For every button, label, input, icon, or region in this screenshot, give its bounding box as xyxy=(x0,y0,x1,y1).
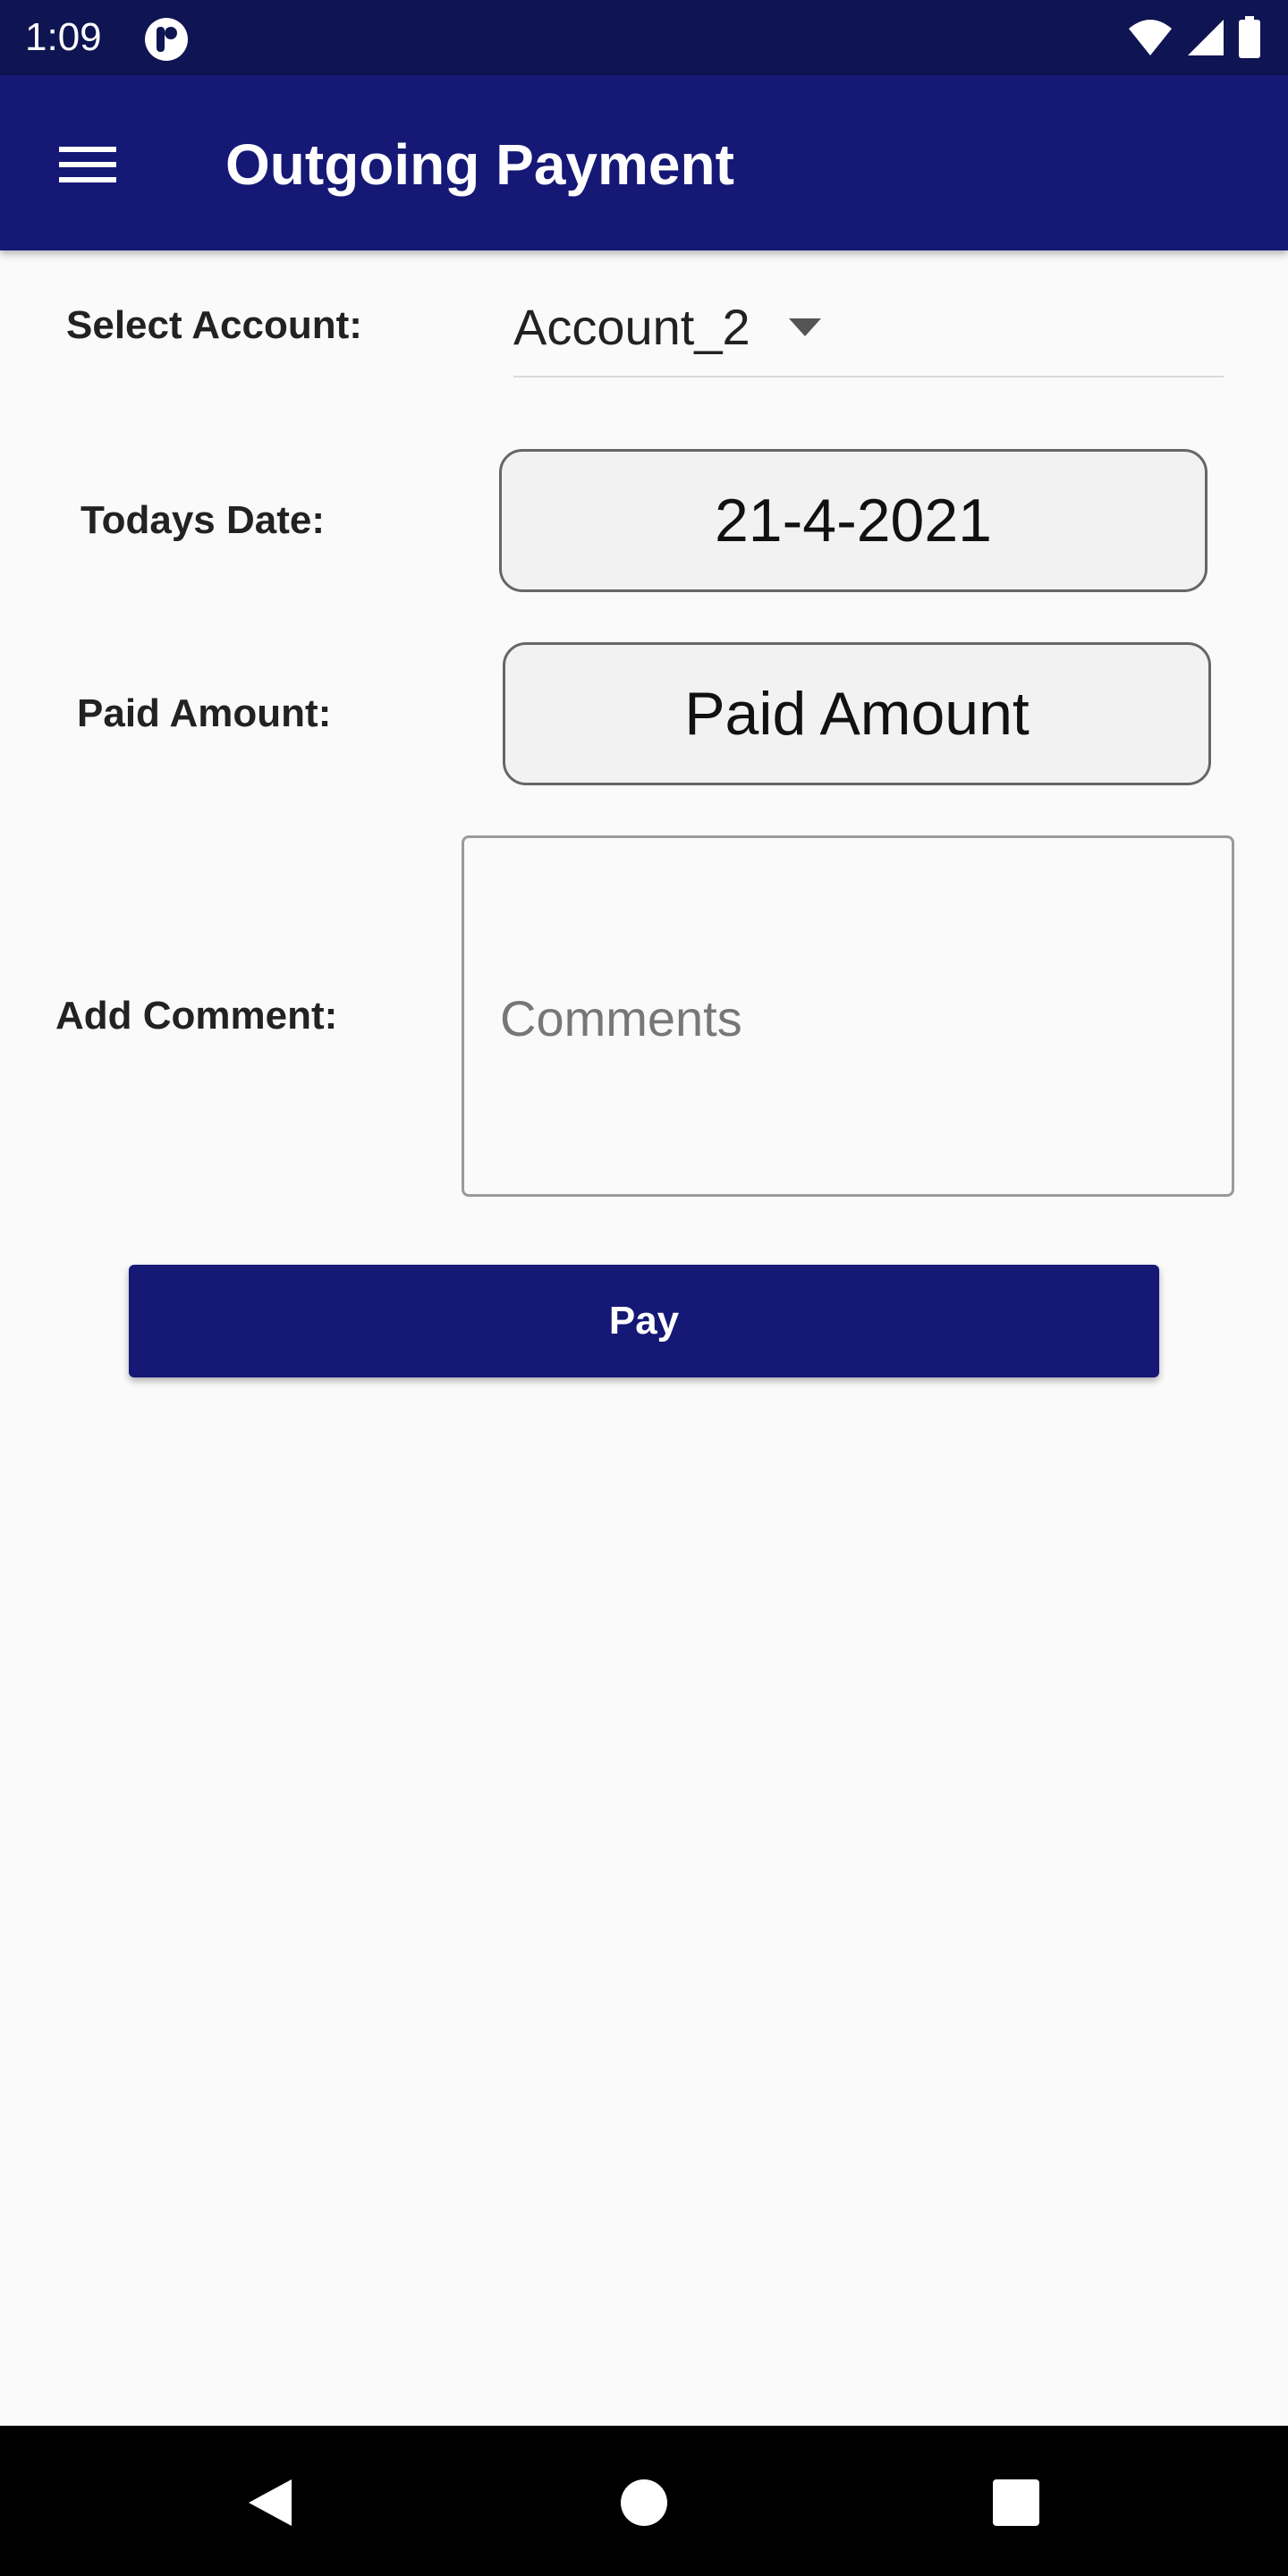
back-icon[interactable] xyxy=(242,2474,299,2531)
hamburger-menu-icon[interactable] xyxy=(55,143,120,186)
app-bar: Outgoing Payment xyxy=(0,75,1288,250)
page-title: Outgoing Payment xyxy=(225,132,734,197)
status-time: 1:09 xyxy=(25,15,102,59)
cell-signal-icon xyxy=(1188,20,1224,55)
status-icons xyxy=(1127,14,1261,61)
account-dropdown-value: Account_2 xyxy=(513,299,750,355)
recents-icon[interactable] xyxy=(987,2474,1045,2531)
account-dropdown[interactable]: Account_2 xyxy=(513,286,1224,377)
status-bar: 1:09 xyxy=(0,0,1288,75)
select-account-label: Select Account: xyxy=(66,303,362,347)
comment-textarea[interactable]: Comments xyxy=(462,835,1234,1197)
dropdown-arrow-icon xyxy=(789,318,821,336)
notification-app-icon xyxy=(145,18,188,61)
battery-icon xyxy=(1239,16,1260,58)
date-field[interactable]: 21-4-2021 xyxy=(499,449,1208,592)
add-comment-label: Add Comment: xyxy=(55,994,338,1038)
paid-amount-label: Paid Amount: xyxy=(77,691,332,735)
comment-placeholder: Comments xyxy=(500,990,742,1046)
paid-amount-input[interactable]: Paid Amount xyxy=(503,642,1211,785)
home-icon[interactable] xyxy=(615,2474,673,2531)
navigation-bar xyxy=(0,2426,1288,2576)
todays-date-label: Todays Date: xyxy=(80,498,326,542)
pay-button[interactable]: Pay xyxy=(129,1265,1159,1377)
wifi-icon xyxy=(1129,20,1172,55)
